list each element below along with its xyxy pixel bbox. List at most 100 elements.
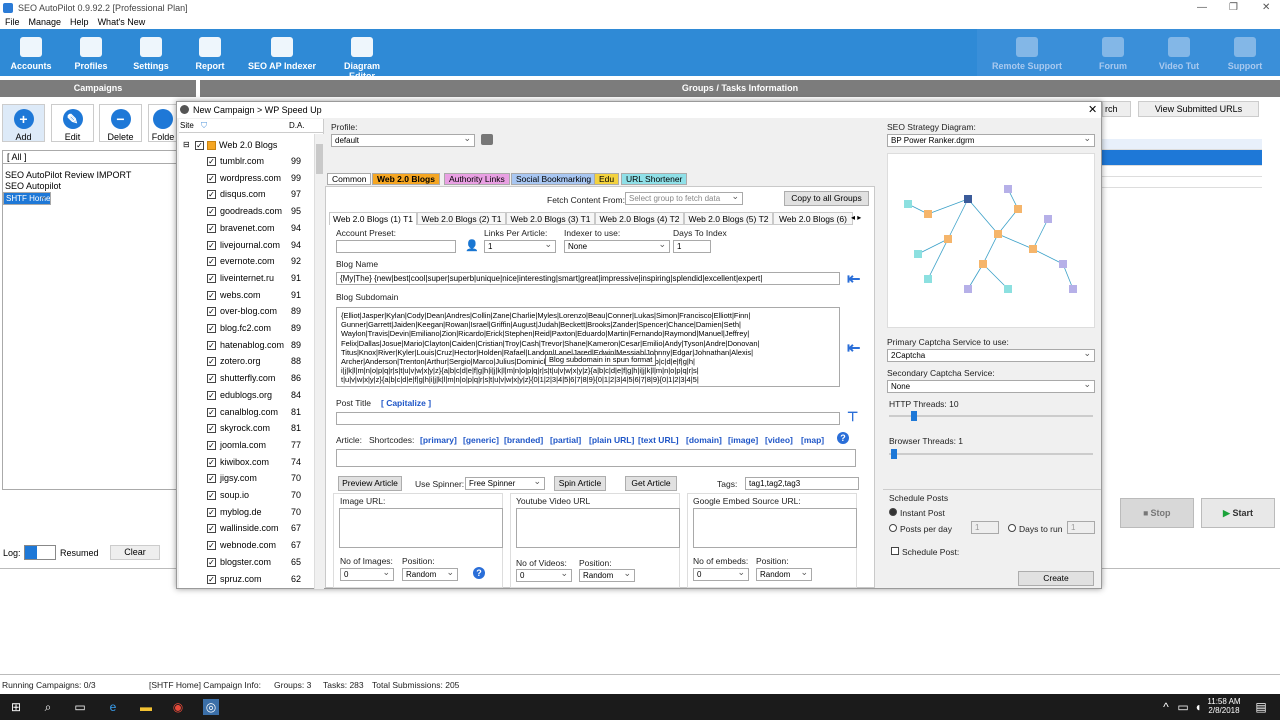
diagram-editor-button[interactable]: Diagram Editor bbox=[330, 29, 394, 81]
instant-post-radio[interactable] bbox=[889, 508, 897, 516]
tab-common[interactable]: Common bbox=[327, 173, 372, 185]
site-checkbox[interactable]: ✓ bbox=[207, 223, 216, 233]
site-checkbox[interactable]: ✓ bbox=[207, 474, 216, 484]
site-checkbox[interactable]: ✓ bbox=[207, 307, 216, 317]
shortcode-link[interactable]: [generic] bbox=[463, 435, 499, 445]
group-checkbox[interactable]: ✓ bbox=[195, 141, 204, 150]
explorer-icon[interactable]: ▬ bbox=[138, 699, 154, 715]
tags-input[interactable]: tag1,tag2,tag3 bbox=[745, 477, 859, 490]
forum-button[interactable]: Forum bbox=[1093, 29, 1133, 76]
site-checkbox[interactable]: ✓ bbox=[207, 257, 216, 267]
account-preset-input[interactable] bbox=[336, 240, 456, 253]
site-checkbox[interactable]: ✓ bbox=[207, 290, 216, 300]
list-item[interactable]: SEO AutoPilot Review IMPORT bbox=[3, 170, 176, 181]
site-checkbox[interactable]: ✓ bbox=[207, 424, 216, 434]
shortcode-link[interactable]: [map] bbox=[801, 435, 824, 445]
site-checkbox[interactable]: ✓ bbox=[207, 273, 216, 283]
embed-url-textarea[interactable] bbox=[693, 508, 857, 548]
shortcode-link[interactable]: [text URL] bbox=[638, 435, 679, 445]
search-button[interactable]: rch bbox=[1102, 101, 1131, 117]
strategy-select[interactable]: BP Power Ranker.dgrm bbox=[887, 134, 1095, 147]
campaign-filter-all[interactable]: [ All ] bbox=[3, 151, 176, 164]
copy-to-all-groups-button[interactable]: Copy to all Groups bbox=[784, 191, 869, 206]
shortcode-link[interactable]: [domain] bbox=[686, 435, 722, 445]
table-row[interactable]: ✓ hatenablog.com 89 bbox=[179, 337, 309, 353]
insert-arrow-icon[interactable]: ⇤ bbox=[847, 269, 860, 289]
site-checkbox[interactable]: ✓ bbox=[207, 507, 216, 517]
site-checkbox[interactable]: ✓ bbox=[207, 190, 216, 200]
no-of-images-select[interactable]: 0 bbox=[340, 568, 394, 581]
tab-social-bookmarking[interactable]: Social Bookmarking bbox=[511, 173, 597, 185]
table-row[interactable]: ✓ blogster.com 65 bbox=[179, 554, 309, 570]
site-checkbox[interactable]: ✓ bbox=[207, 541, 216, 551]
menu-manage[interactable]: Manage bbox=[29, 16, 62, 28]
shortcode-link[interactable]: [partial] bbox=[550, 435, 581, 445]
no-of-embeds-select[interactable]: 0 bbox=[693, 568, 749, 581]
help-icon[interactable]: ? bbox=[473, 567, 485, 579]
seo-autopilot-taskbar-icon[interactable]: ◎ bbox=[203, 699, 219, 715]
fetch-select[interactable]: Select group to fetch data bbox=[625, 192, 743, 205]
days-to-index-stepper[interactable]: 1 bbox=[673, 240, 711, 253]
image-position-select[interactable]: Random bbox=[402, 568, 458, 581]
primary-captcha-select[interactable]: 2Captcha bbox=[887, 349, 1095, 362]
shortcode-link[interactable]: [plain URL] bbox=[589, 435, 634, 445]
close-button[interactable]: ✕ bbox=[1262, 2, 1270, 13]
network-icon[interactable]: ▭ bbox=[1175, 699, 1191, 715]
get-article-button[interactable]: Get Article bbox=[625, 476, 677, 491]
chrome-icon[interactable]: ◉ bbox=[170, 699, 186, 715]
site-checkbox[interactable]: ✓ bbox=[207, 157, 216, 166]
list-item[interactable]: SEO Autopilot bbox=[3, 181, 176, 192]
secondary-captcha-select[interactable]: None bbox=[887, 380, 1095, 393]
clear-button[interactable]: Clear bbox=[110, 545, 160, 560]
site-checkbox[interactable]: ✓ bbox=[207, 390, 216, 400]
browser-threads-slider[interactable] bbox=[889, 449, 1093, 459]
edit-button[interactable]: ✎ Edit bbox=[51, 104, 94, 142]
days-to-run-radio[interactable] bbox=[1008, 524, 1016, 532]
list-item-selected[interactable]: SHTF Home bbox=[3, 192, 52, 205]
image-url-textarea[interactable] bbox=[339, 508, 503, 548]
spin-article-button[interactable]: Spin Article bbox=[554, 476, 606, 491]
table-row[interactable]: ✓ webnode.com 67 bbox=[179, 537, 309, 553]
create-button[interactable]: Create bbox=[1018, 571, 1094, 586]
no-of-videos-select[interactable]: 0 bbox=[516, 569, 572, 582]
task-view-icon[interactable]: ▭ bbox=[72, 699, 88, 715]
table-row[interactable]: ✓ webs.com 91 bbox=[179, 287, 309, 303]
settings-button[interactable]: Settings bbox=[130, 29, 172, 76]
posts-per-day-radio[interactable] bbox=[889, 524, 897, 532]
site-checkbox[interactable]: ✓ bbox=[207, 324, 216, 333]
table-row[interactable]: ✓ liveinternet.ru 91 bbox=[179, 270, 309, 286]
embed-position-select[interactable]: Random bbox=[756, 568, 812, 581]
site-checkbox[interactable]: ✓ bbox=[207, 357, 216, 367]
table-row[interactable]: ✓ livejournal.com 94 bbox=[179, 237, 309, 253]
inner-tab[interactable]: Web 2.0 Blogs (5) T2 bbox=[684, 212, 773, 225]
inner-tab[interactable]: Web 2.0 Blogs (4) T2 bbox=[595, 212, 684, 225]
start-button[interactable]: ▶ Start bbox=[1201, 498, 1275, 528]
site-checkbox[interactable]: ✓ bbox=[207, 557, 216, 567]
delete-button[interactable]: − Delete bbox=[99, 104, 142, 142]
edge-icon[interactable]: e bbox=[105, 699, 121, 715]
tab-authority-links[interactable]: Authority Links bbox=[444, 173, 510, 185]
days-to-run-stepper[interactable]: 1 bbox=[1067, 521, 1095, 534]
table-row[interactable]: ✓ joomla.com 77 bbox=[179, 437, 309, 453]
stop-button[interactable]: ⏹ Stop bbox=[1120, 498, 1194, 528]
table-row[interactable]: ✓ blog.fc2.com 89 bbox=[179, 320, 309, 336]
inner-tab[interactable]: Web 2.0 Blogs (3) T1 bbox=[506, 212, 595, 225]
site-checkbox[interactable]: ✓ bbox=[207, 574, 216, 584]
table-row[interactable]: ✓ kiwibox.com 74 bbox=[179, 454, 309, 470]
add-button[interactable]: + Add bbox=[2, 104, 45, 142]
table-row[interactable]: ✓ bravenet.com 94 bbox=[179, 220, 309, 236]
table-row[interactable]: ✓ soup.io 70 bbox=[179, 487, 309, 503]
table-row[interactable]: ✓ myblog.de 70 bbox=[179, 504, 309, 520]
blog-subdomain-textarea[interactable]: {Elliot|Jasper|Kylan|Cody|Dean|Andres|Co… bbox=[336, 307, 840, 387]
save-profile-icon[interactable] bbox=[481, 134, 493, 145]
table-row[interactable]: ✓ edublogs.org 84 bbox=[179, 387, 309, 403]
dialog-close-icon[interactable]: ✕ bbox=[1088, 103, 1097, 116]
accounts-button[interactable]: Accounts bbox=[8, 29, 54, 76]
profile-select[interactable]: default bbox=[331, 134, 475, 147]
site-checkbox[interactable]: ✓ bbox=[207, 491, 216, 500]
log-toggle[interactable] bbox=[24, 545, 56, 560]
links-per-article-select[interactable]: 1 bbox=[484, 240, 556, 253]
tab-url-shortener[interactable]: URL Shortener bbox=[621, 173, 688, 185]
posts-per-day-stepper[interactable]: 1 bbox=[971, 521, 999, 534]
inner-tab[interactable]: Web 2.0 Blogs (1) T1 bbox=[329, 212, 417, 225]
